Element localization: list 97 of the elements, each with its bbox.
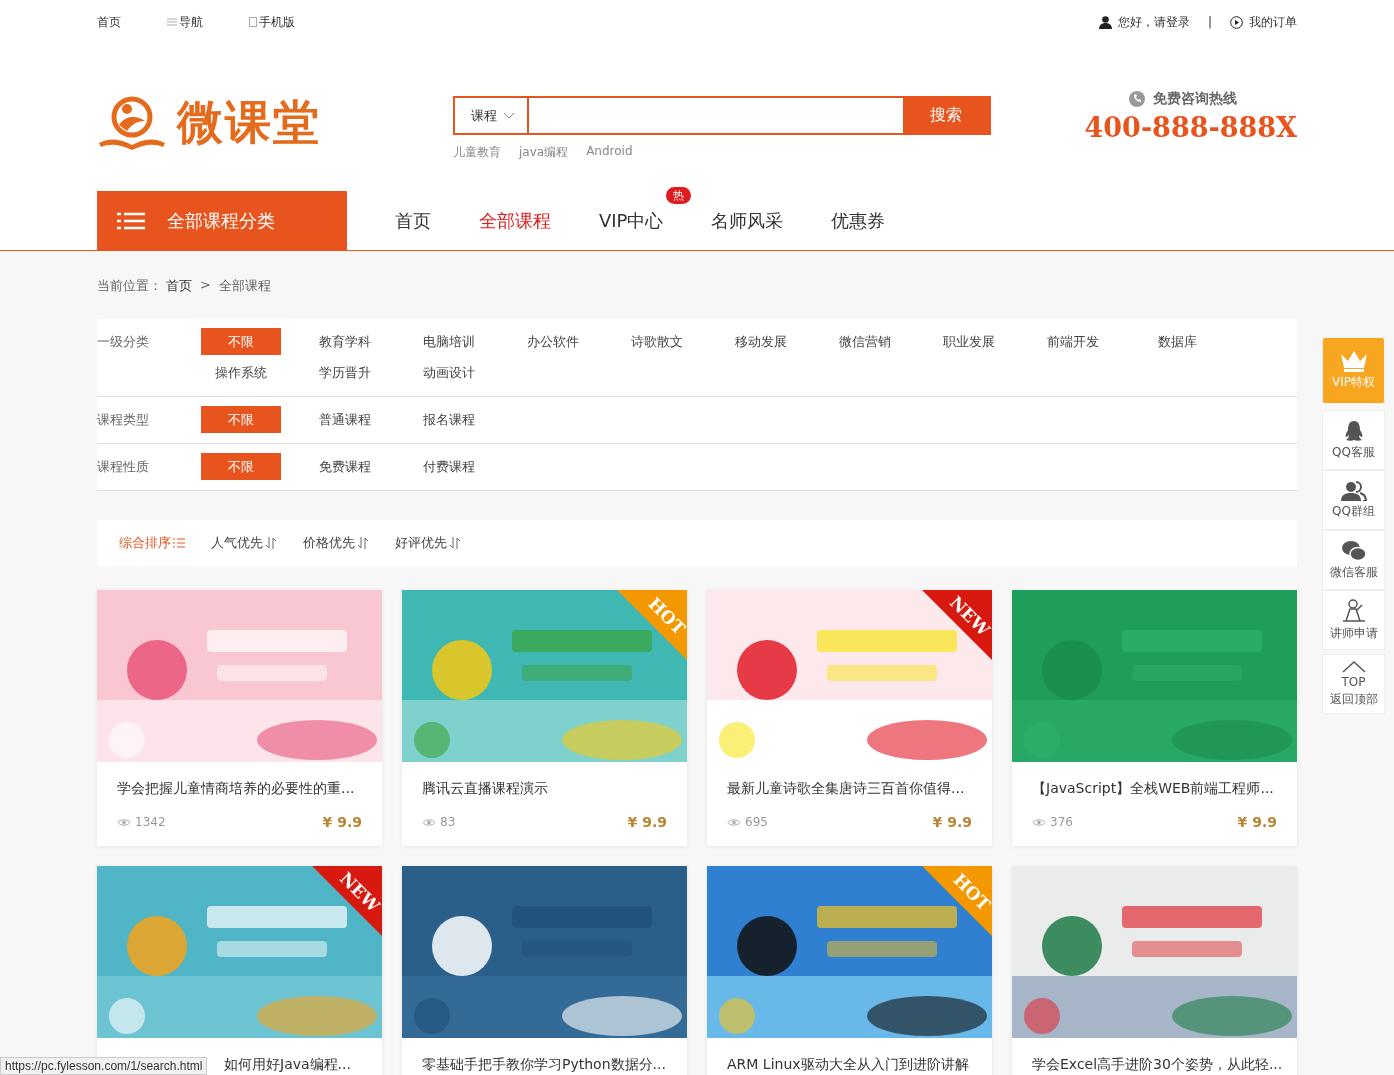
hot-keyword-link[interactable]: 儿童教育 <box>453 144 501 161</box>
menu-icon <box>117 211 145 230</box>
breadcrumb-current: 全部课程 <box>218 277 271 295</box>
breadcrumb-label: 当前位置： <box>97 277 162 295</box>
view-count: 695 <box>745 815 768 829</box>
filter-option[interactable]: 动画设计 <box>409 359 489 386</box>
sort-arrows-icon <box>357 537 369 549</box>
hotline-number: 400-888-888X <box>1084 112 1297 143</box>
logo-icon <box>97 95 167 151</box>
hot-keyword-link[interactable]: Android <box>586 144 633 161</box>
breadcrumb-separator: > <box>200 277 211 294</box>
top-link[interactable]: 手机版 <box>249 13 295 31</box>
course-title[interactable]: ARM Linux驱动大全从入门到进阶讲解 <box>727 1056 969 1074</box>
search-button[interactable]: 搜索 <box>903 98 989 133</box>
filter-option[interactable]: 不限 <box>201 406 281 433</box>
sidebar-button[interactable]: TOP 返回顶部 <box>1322 654 1385 714</box>
course-title[interactable]: 零基础手把手教你学习Python数据分... <box>422 1056 666 1074</box>
eye-icon <box>422 817 436 827</box>
course-title[interactable]: 最新儿童诗歌全集唐诗三百首你值得... <box>727 780 965 798</box>
top-link[interactable]: 首页 <box>97 13 121 31</box>
status-tooltip: https://pc.fylesson.com/1/search.html <box>0 1057 208 1075</box>
user-icon <box>1098 15 1112 29</box>
course-price: ¥ 9.9 <box>932 814 972 830</box>
hotline-label: 免费咨询热线 <box>1153 90 1237 108</box>
teacher-icon <box>1340 598 1367 623</box>
hot-keyword-link[interactable]: java编程 <box>519 144 569 161</box>
filter-option[interactable]: 办公软件 <box>513 328 593 355</box>
nav-link[interactable]: 全部课程 <box>479 208 551 233</box>
filter-option[interactable]: 不限 <box>201 328 281 355</box>
filter-option[interactable]: 免费课程 <box>305 453 385 480</box>
nav-link[interactable]: 优惠券 <box>831 208 886 233</box>
course-price: ¥ 9.9 <box>1237 814 1277 830</box>
course-card[interactable]: 零基础手把手教你学习Python数据分... <box>402 866 687 1075</box>
nav-link[interactable]: 名师风采 <box>711 208 784 233</box>
course-price: ¥ 9.9 <box>627 814 667 830</box>
chat-bubbles-icon <box>1340 539 1367 562</box>
course-title[interactable]: 学会Excel高手进阶30个姿势，从此轻... <box>1032 1056 1283 1074</box>
filter-label: 课程性质 <box>97 458 150 476</box>
login-link[interactable]: 您好，请登录 <box>1117 13 1190 31</box>
sort-option[interactable]: 价格优先 <box>303 534 369 552</box>
course-title[interactable]: 如何用好Java编程... <box>214 1056 351 1074</box>
filter-option[interactable]: 电脑培训 <box>409 328 489 355</box>
crown-icon <box>1338 350 1369 372</box>
penguin-icon <box>1343 419 1364 442</box>
filter-option[interactable]: 普通课程 <box>305 406 385 433</box>
filter-option[interactable]: 学历晋升 <box>305 359 385 386</box>
view-count: 1342 <box>135 815 166 829</box>
view-count: 376 <box>1050 815 1073 829</box>
filter-option[interactable]: 前端开发 <box>1033 328 1113 355</box>
filter-option[interactable]: 职业发展 <box>929 328 1009 355</box>
filter-label: 课程类型 <box>97 411 150 429</box>
sort-option[interactable]: 人气优先 <box>211 534 277 552</box>
filter-option[interactable]: 移动发展 <box>721 328 801 355</box>
phone-icon <box>249 17 257 27</box>
course-card[interactable]: 学会Excel高手进阶30个姿势，从此轻... <box>1012 866 1297 1075</box>
view-count: 83 <box>440 815 456 829</box>
course-title[interactable]: 腾讯云直播课程演示 <box>422 780 548 798</box>
sidebar-button[interactable]: QQ客服 <box>1322 410 1385 470</box>
sort-option[interactable]: 综合排序 <box>119 534 185 552</box>
course-card[interactable]: 学会把握儿童情商培养的必要性的重... 1342 ¥ 9.9 <box>97 590 382 846</box>
eye-icon <box>117 817 131 827</box>
list-icon <box>173 538 185 548</box>
all-categories-button[interactable]: 全部课程分类 <box>97 191 347 250</box>
filter-option[interactable]: 教育学科 <box>305 328 385 355</box>
play-circle-icon <box>1230 15 1243 29</box>
sort-arrows-icon <box>265 537 277 549</box>
nav-link[interactable]: 首页 <box>395 208 431 233</box>
top-link[interactable]: 导航 <box>167 13 203 31</box>
menu-icon <box>167 18 177 26</box>
divider-text: | <box>1207 15 1212 29</box>
eye-icon <box>1032 817 1046 827</box>
filter-option[interactable]: 诗歌散文 <box>617 328 697 355</box>
orders-link[interactable]: 我的订单 <box>1249 13 1297 31</box>
filter-option[interactable]: 付费课程 <box>409 453 489 480</box>
course-card[interactable]: 【JavaScript】全栈WEB前端工程师... 376 ¥ 9.9 <box>1012 590 1297 846</box>
filter-option[interactable]: 报名课程 <box>409 406 489 433</box>
sidebar-button[interactable]: 微信客服 <box>1322 530 1385 590</box>
filter-option[interactable]: 操作系统 <box>201 359 281 386</box>
sort-option[interactable]: 好评优先 <box>395 534 461 552</box>
phone-icon <box>1129 91 1145 107</box>
eye-icon <box>727 817 741 827</box>
sort-arrows-icon <box>449 537 461 549</box>
logo-text: 微课堂 <box>177 94 321 151</box>
people-icon <box>1340 480 1367 501</box>
sidebar-button[interactable]: 讲师申请 <box>1322 590 1385 650</box>
course-title[interactable]: 【JavaScript】全栈WEB前端工程师... <box>1032 780 1274 798</box>
sidebar-button[interactable]: QQ群组 <box>1322 470 1385 530</box>
course-price: ¥ 9.9 <box>322 814 362 830</box>
filter-option[interactable]: 微信营销 <box>825 328 905 355</box>
chevron-down-icon <box>503 112 515 119</box>
filter-option[interactable]: 不限 <box>201 453 281 480</box>
course-title[interactable]: 学会把握儿童情商培养的必要性的重... <box>117 780 355 798</box>
filter-label: 一级分类 <box>97 333 150 351</box>
breadcrumb-link[interactable]: 首页 <box>166 277 192 295</box>
chevron-up-icon <box>1341 660 1366 673</box>
filter-option[interactable]: 数据库 <box>1137 328 1217 355</box>
search-field[interactable]: 课程 搜索 <box>453 96 991 135</box>
